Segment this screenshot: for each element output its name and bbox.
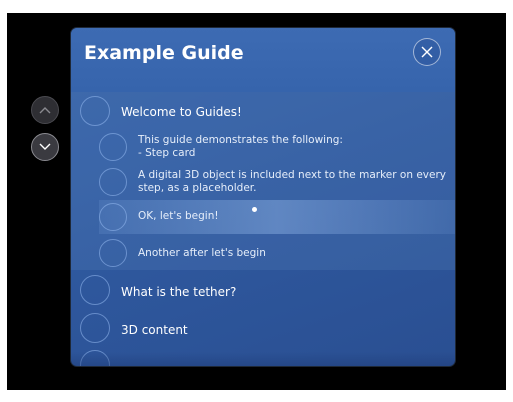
substep-line-2: step, as a placeholder. <box>138 182 257 194</box>
step-item-tether[interactable]: What is the tether? <box>71 273 455 307</box>
step-label: 3D content <box>121 323 188 337</box>
guide-panel: Example Guide Welcome to Guides! This gu… <box>71 28 455 366</box>
step-item-3d-content[interactable]: 3D content <box>71 311 455 345</box>
substep-line-1: Another after let's begin <box>138 247 266 259</box>
substep-item-active[interactable]: OK, let's begin! <box>71 200 455 234</box>
step-item-welcome[interactable]: Welcome to Guides! <box>71 94 455 128</box>
step-status-circle <box>80 275 110 305</box>
substep-line-1: A digital 3D object is included next to … <box>138 169 446 181</box>
substep-status-circle <box>99 133 127 161</box>
substep-status-circle <box>99 203 127 231</box>
step-label: What is the tether? <box>121 285 237 299</box>
substep-status-circle <box>99 168 127 196</box>
mixed-reality-viewport: Example Guide Welcome to Guides! This gu… <box>7 13 506 390</box>
scroll-fade <box>71 352 455 366</box>
substep-line-1: OK, let's begin! <box>138 210 219 222</box>
gaze-cursor <box>252 207 257 212</box>
substep-line-2: - Step card <box>138 147 196 159</box>
substep-item[interactable]: Another after let's begin <box>71 236 455 270</box>
previous-step-button[interactable] <box>31 96 59 124</box>
step-status-circle <box>80 96 110 126</box>
close-icon <box>421 46 433 58</box>
substep-status-circle <box>99 239 127 267</box>
substep-item[interactable]: A digital 3D object is included next to … <box>71 165 455 199</box>
chevron-down-icon <box>39 143 51 150</box>
step-label: Welcome to Guides! <box>121 105 242 119</box>
close-button[interactable] <box>413 38 441 66</box>
substep-line-1: This guide demonstrates the following: <box>138 134 343 146</box>
guide-header: Example Guide <box>71 28 455 92</box>
next-step-button[interactable] <box>31 133 59 161</box>
substep-item[interactable]: This guide demonstrates the following: -… <box>71 130 455 164</box>
step-status-circle <box>80 313 110 343</box>
guide-title: Example Guide <box>84 42 244 64</box>
chevron-up-icon <box>39 107 51 114</box>
